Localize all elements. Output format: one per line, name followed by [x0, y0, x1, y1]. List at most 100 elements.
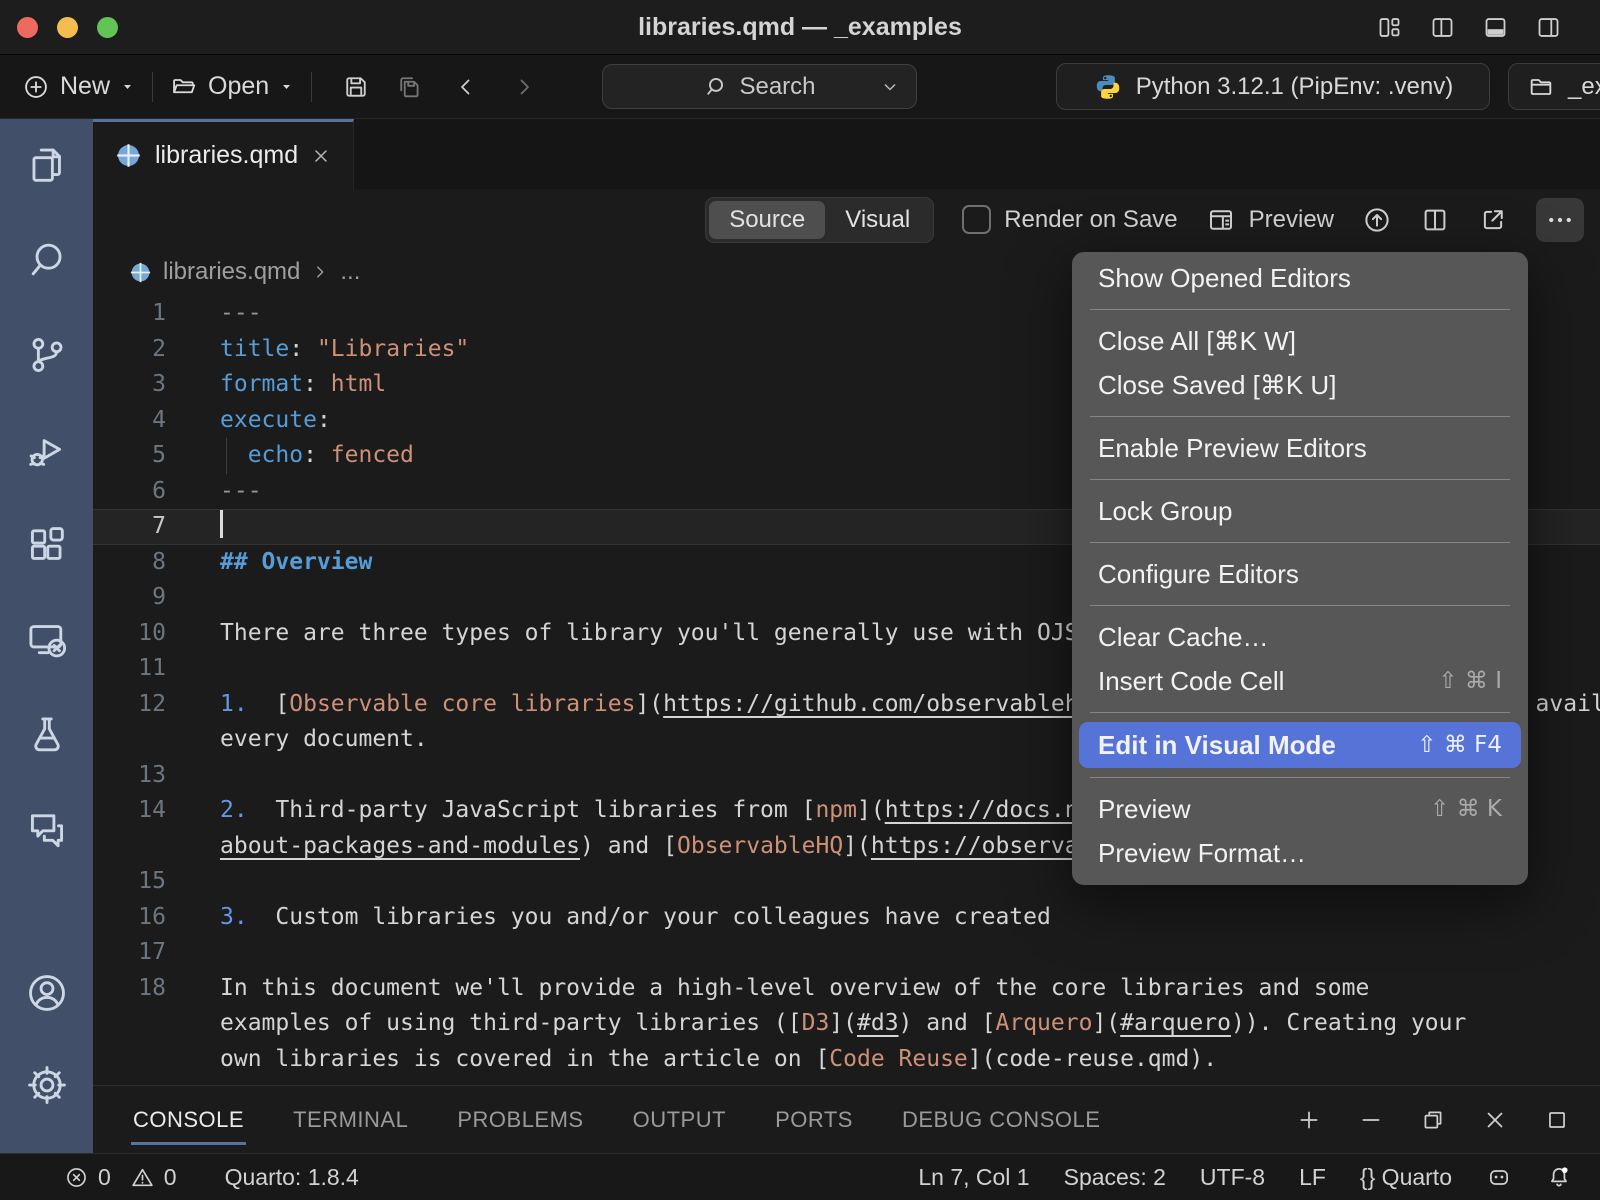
- open-button[interactable]: Open: [170, 72, 294, 101]
- navigate-forward-button[interactable]: [512, 75, 536, 99]
- sessions-icon[interactable]: [17, 610, 77, 670]
- line-number: 3: [93, 367, 220, 403]
- navigate-back-button[interactable]: [454, 75, 478, 99]
- panel-tab-debug-console[interactable]: DEBUG CONSOLE: [900, 1099, 1102, 1141]
- toggle-secondary-sidebar-icon[interactable]: [1535, 14, 1562, 41]
- code-line[interactable]: examples of using third-party libraries …: [93, 1006, 1600, 1042]
- workspace-selector[interactable]: _examples: [1508, 63, 1600, 110]
- code-line[interactable]: 163. Custom libraries you and/or your co…: [93, 900, 1600, 936]
- code-token: "Libraries": [317, 336, 469, 362]
- panel-minimize-icon[interactable]: [1358, 1107, 1384, 1133]
- panel-tab-output[interactable]: OUTPUT: [631, 1099, 728, 1141]
- menu-separator: [1090, 712, 1510, 713]
- more-actions-button[interactable]: [1536, 198, 1584, 242]
- activity-bar-top: [17, 135, 77, 895]
- account-icon[interactable]: [17, 963, 77, 1023]
- extensions-icon[interactable]: [17, 515, 77, 575]
- interpreter-selector[interactable]: Python 3.12.1 (PipEnv: .venv): [1056, 63, 1490, 110]
- open-in-new-window-icon[interactable]: [1478, 205, 1508, 235]
- close-tab-icon[interactable]: [311, 146, 331, 166]
- source-mode-button[interactable]: Source: [709, 201, 825, 239]
- customize-layout-icon[interactable]: [1376, 14, 1403, 41]
- new-button[interactable]: New: [22, 72, 135, 101]
- eol-status[interactable]: LF: [1299, 1164, 1326, 1191]
- code-token: Arquero: [996, 1010, 1093, 1036]
- panel-plus-icon[interactable]: [1296, 1107, 1322, 1133]
- problems-status[interactable]: 0 0: [64, 1164, 177, 1191]
- top-action-bar: New Open Searc: [0, 55, 1600, 119]
- settings-icon[interactable]: [17, 1055, 77, 1115]
- code-text: [220, 935, 1600, 971]
- code-line[interactable]: 18In this document we'll provide a high-…: [93, 971, 1600, 1007]
- run-debug-icon[interactable]: [17, 420, 77, 480]
- code-line[interactable]: own libraries is covered in the article …: [93, 1042, 1600, 1078]
- line-number: [93, 829, 220, 865]
- panel-close-icon[interactable]: [1482, 1107, 1508, 1133]
- menu-item[interactable]: Clear Cache…: [1072, 615, 1528, 659]
- panel-tab-problems[interactable]: PROBLEMS: [455, 1099, 585, 1141]
- save-icon[interactable]: [342, 73, 370, 101]
- explorer-icon[interactable]: [17, 135, 77, 195]
- encoding-status[interactable]: UTF-8: [1200, 1164, 1265, 1191]
- render-on-save-checkbox[interactable]: [962, 205, 991, 234]
- menu-item[interactable]: Configure Editors: [1072, 552, 1528, 596]
- cursor-position-status[interactable]: Ln 7, Col 1: [918, 1164, 1029, 1191]
- menu-item-label: Configure Editors: [1098, 559, 1299, 590]
- menu-item[interactable]: Close Saved [⌘K U]: [1072, 363, 1528, 407]
- menu-item[interactable]: Edit in Visual Mode⇧ ⌘ F4: [1079, 722, 1521, 768]
- indentation-status[interactable]: Spaces: 2: [1064, 1164, 1166, 1191]
- panel-maximize-icon[interactable]: [1544, 1107, 1570, 1133]
- visual-mode-button[interactable]: Visual: [825, 201, 930, 239]
- panel-restore-icon[interactable]: [1420, 1107, 1446, 1133]
- panel-tab-ports[interactable]: PORTS: [773, 1099, 855, 1141]
- code-token: ): [580, 833, 594, 859]
- zoom-window-button[interactable]: [97, 17, 118, 38]
- code-token: [220, 442, 248, 468]
- global-search-input[interactable]: Search: [602, 64, 917, 109]
- code-token: ](: [635, 691, 663, 717]
- tab-libraries-qmd[interactable]: libraries.qmd: [93, 119, 354, 189]
- quarto-version-status[interactable]: Quarto: 1.8.4: [225, 1164, 359, 1191]
- menu-item-label: Close All [⌘K W]: [1098, 326, 1296, 357]
- menu-item[interactable]: Enable Preview Editors: [1072, 426, 1528, 470]
- notifications-bell-icon[interactable]: [1546, 1164, 1572, 1190]
- menu-item[interactable]: Lock Group: [1072, 489, 1528, 533]
- menu-item[interactable]: Close All [⌘K W]: [1072, 319, 1528, 363]
- code-token: Code Reuse: [829, 1046, 967, 1072]
- code-line[interactable]: 17: [93, 935, 1600, 971]
- minimize-window-button[interactable]: [57, 17, 78, 38]
- copilot-icon[interactable]: [1486, 1164, 1512, 1190]
- testing-icon[interactable]: [17, 705, 77, 765]
- language-mode-status[interactable]: {} Quarto: [1360, 1164, 1452, 1191]
- panel-tab-terminal[interactable]: TERMINAL: [291, 1099, 410, 1141]
- toggle-panel-icon[interactable]: [1482, 14, 1509, 41]
- menu-item[interactable]: Preview⇧ ⌘ K: [1072, 787, 1528, 831]
- split-editor-icon[interactable]: [1420, 205, 1450, 235]
- code-token: echo: [248, 442, 303, 468]
- menu-item[interactable]: Show Opened Editors: [1072, 256, 1528, 300]
- code-token: #d3: [857, 1010, 899, 1036]
- line-number: 1: [93, 296, 220, 332]
- panel-tab-console[interactable]: CONSOLE: [131, 1099, 246, 1141]
- close-window-button[interactable]: [17, 17, 38, 38]
- menu-item[interactable]: Insert Code Cell⇧ ⌘ I: [1072, 659, 1528, 703]
- breadcrumb-more[interactable]: ...: [340, 258, 360, 286]
- code-token: There are three types of library you'll …: [220, 620, 1092, 646]
- mode-toggle: Source Visual: [705, 197, 934, 243]
- preview-button[interactable]: Preview: [1206, 205, 1334, 235]
- quarto-version-label: Quarto: 1.8.4: [225, 1164, 359, 1191]
- code-token: :: [303, 371, 331, 397]
- breadcrumb-file[interactable]: libraries.qmd: [163, 258, 300, 286]
- code-token: title: [220, 336, 289, 362]
- source-control-icon[interactable]: [17, 325, 77, 385]
- toggle-primary-sidebar-icon[interactable]: [1429, 14, 1456, 41]
- preview-label: Preview: [1249, 206, 1334, 234]
- menu-item-label: Clear Cache…: [1098, 622, 1269, 653]
- chat-icon[interactable]: [17, 800, 77, 860]
- tab-label: libraries.qmd: [155, 141, 298, 170]
- render-icon[interactable]: [1362, 205, 1392, 235]
- line-number: 5: [93, 438, 220, 474]
- menu-item[interactable]: Preview Format…: [1072, 831, 1528, 875]
- search-icon[interactable]: [17, 230, 77, 290]
- save-all-icon[interactable]: [396, 73, 424, 101]
